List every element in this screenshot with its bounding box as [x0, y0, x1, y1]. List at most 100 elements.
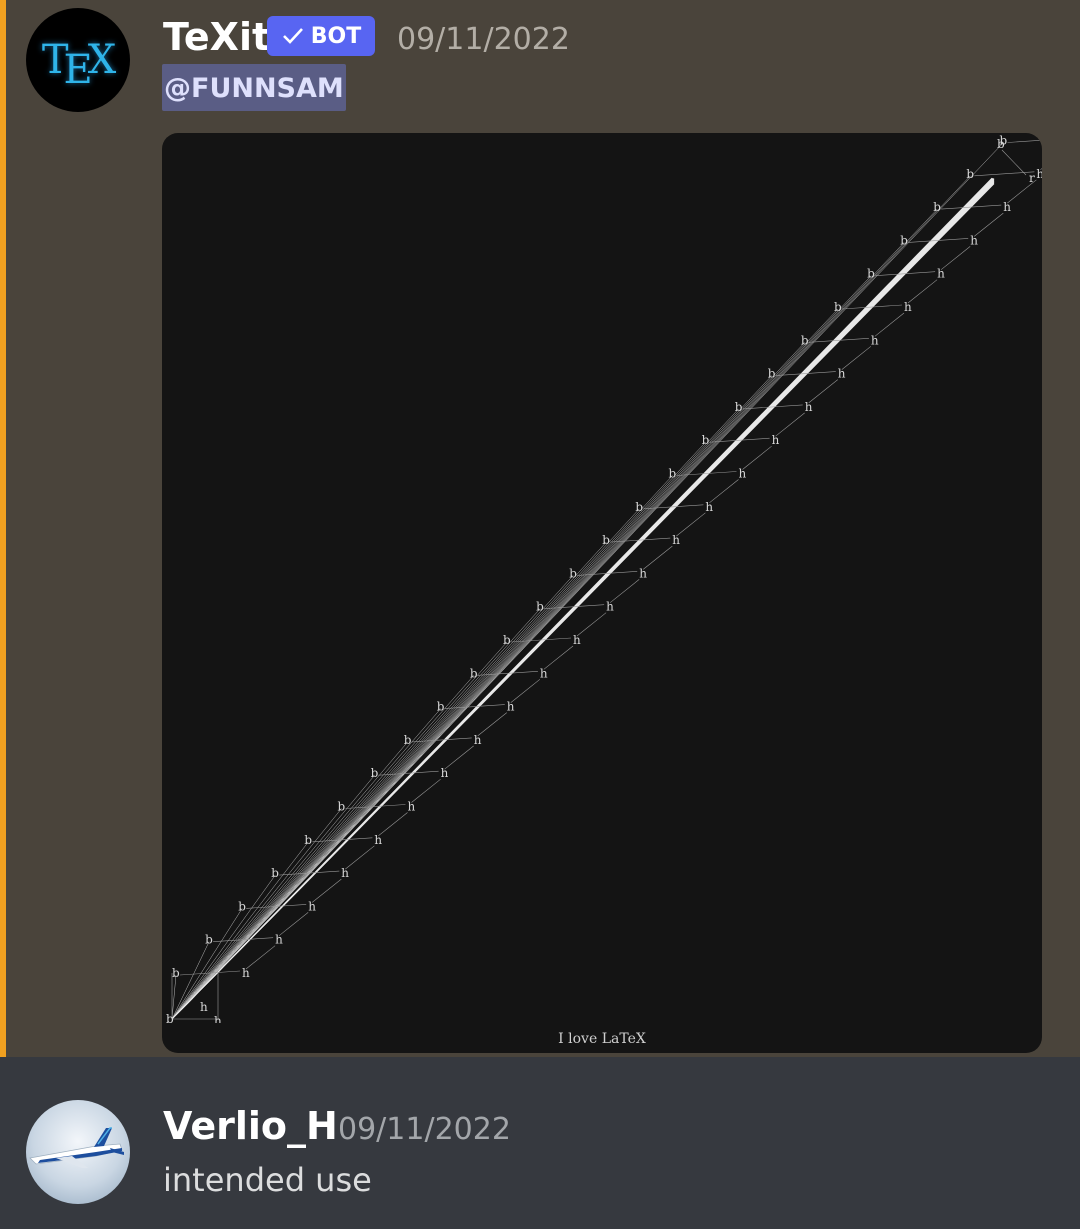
- upper-node-label: b: [404, 733, 412, 747]
- fan-line: [171, 142, 1004, 1020]
- upper-node-label: b: [172, 966, 180, 980]
- lower-rail-line: [874, 312, 905, 337]
- airplane-avatar-icon: [29, 1127, 124, 1168]
- upper-node-label: b: [702, 433, 710, 447]
- lower-node-label: h: [374, 833, 382, 847]
- upper-node-label: b: [271, 866, 279, 880]
- upper-node-label: b: [205, 933, 213, 947]
- upper-node-label: b: [966, 167, 974, 181]
- fan-line: [171, 608, 541, 1020]
- base-node-label: h: [200, 1000, 208, 1014]
- fan-line: [171, 808, 342, 1020]
- lower-rail-line: [278, 912, 309, 936]
- timestamp[interactable]: 09/11/2022: [397, 20, 570, 60]
- end-node-label: r: [1029, 171, 1035, 185]
- lower-rail-line: [312, 878, 342, 903]
- upper-node-label: b: [470, 666, 478, 680]
- lower-node-label: h: [739, 467, 747, 481]
- lower-rail-line: [808, 379, 838, 404]
- lower-node-label: h: [1003, 200, 1011, 214]
- tex-logo-icon: TEX: [41, 37, 116, 93]
- upper-node-label: b: [801, 333, 809, 347]
- cap-line: [1001, 149, 1027, 176]
- lower-rail-line: [709, 479, 739, 504]
- upper-node-label: b: [735, 400, 743, 414]
- tikz-diagram: b h b h b h b h b h b h b h b h b h b h b h b h b h b h b h b h b h b h b h b h…: [166, 134, 1042, 1023]
- bot-badge: BOT: [267, 16, 375, 56]
- fan-line: [171, 741, 408, 1020]
- lower-rail-line: [543, 645, 574, 670]
- message-text: intended use: [163, 1161, 372, 1199]
- lower-rail-line: [643, 545, 673, 570]
- lower-rail-line: [609, 579, 640, 603]
- attached-image[interactable]: b h b h b h b h b h b h b h b h b h b h b h b h b h b h b h b h b h b h b h b h…: [162, 133, 1042, 1053]
- fan-line: [171, 475, 673, 1020]
- lower-rail-line: [411, 778, 441, 803]
- fan-line: [171, 675, 475, 1020]
- origin-node-label: b: [166, 1012, 174, 1023]
- fan-line: [171, 874, 276, 1020]
- fan-line: [171, 641, 508, 1020]
- avatar-texit[interactable]: TEX: [26, 8, 130, 112]
- lower-node-label: h: [275, 933, 283, 947]
- checkmark-icon: [282, 28, 303, 44]
- lower-node-label: h: [540, 666, 548, 680]
- top-node-label: b: [997, 137, 1005, 151]
- lower-node-label: h: [408, 800, 416, 814]
- author-name[interactable]: Verlio_H: [163, 1103, 338, 1149]
- rung-line: [974, 171, 1035, 177]
- lower-rail-line: [245, 945, 276, 970]
- lower-rail-line: [345, 845, 375, 870]
- lower-node-label: h: [904, 300, 912, 314]
- upper-node-label: b: [900, 233, 908, 247]
- upper-node-label: b: [867, 267, 875, 281]
- lower-node-label: h: [970, 233, 978, 247]
- upper-node-label: b: [304, 833, 312, 847]
- fan-line: [171, 841, 309, 1020]
- rung-line: [345, 804, 406, 809]
- main-beam-line: [171, 183, 995, 1020]
- upper-node-label: b: [834, 300, 842, 314]
- lower-node-label: h: [507, 700, 515, 714]
- rung-line: [1007, 139, 1042, 143]
- lower-node-label: h: [838, 367, 846, 381]
- upper-node-label: b: [238, 899, 246, 913]
- user-mention[interactable]: @FUNNSAM: [162, 64, 346, 111]
- lower-node-label: h: [639, 566, 647, 580]
- lower-node-label: h: [772, 433, 780, 447]
- avatar-verlio[interactable]: [26, 1100, 130, 1204]
- fan-line: [171, 708, 441, 1020]
- upper-node-label: b: [371, 766, 379, 780]
- upper-node-label: b: [669, 467, 677, 481]
- base-node-label: h: [214, 1014, 222, 1023]
- upper-node-label: b: [437, 700, 445, 714]
- lower-rail-line: [378, 812, 408, 837]
- lower-node-label: h: [341, 866, 349, 880]
- fan-line: [171, 508, 640, 1020]
- lower-node-label: h: [308, 899, 316, 913]
- lower-rail-line: [907, 279, 938, 304]
- lower-rail-line: [742, 445, 772, 470]
- lower-node-label: h: [937, 267, 945, 281]
- image-caption: I love LaTeX: [558, 1031, 646, 1047]
- lower-rail-line: [974, 212, 1004, 237]
- lower-rail-line: [477, 712, 507, 737]
- lower-rail-line: [510, 679, 541, 703]
- upper-node-label: b: [635, 500, 643, 514]
- lower-rail-line: [940, 246, 971, 270]
- bot-badge-label: BOT: [310, 23, 362, 49]
- lower-rail-line: [676, 512, 706, 537]
- upper-node-label: b: [569, 566, 577, 580]
- lower-node-label: h: [705, 500, 713, 514]
- lower-node-label: h: [573, 633, 581, 647]
- author-name[interactable]: TeXit: [163, 14, 270, 60]
- timestamp[interactable]: 09/11/2022: [338, 1110, 511, 1150]
- lower-node-label: h: [871, 333, 879, 347]
- upper-node-label: b: [602, 533, 610, 547]
- lower-node-label: h: [805, 400, 813, 414]
- lower-rail-line: [576, 612, 607, 637]
- lower-rail-line: [775, 412, 805, 437]
- rung-line: [411, 737, 472, 743]
- lower-node-label: h: [474, 733, 482, 747]
- upper-node-label: b: [503, 633, 511, 647]
